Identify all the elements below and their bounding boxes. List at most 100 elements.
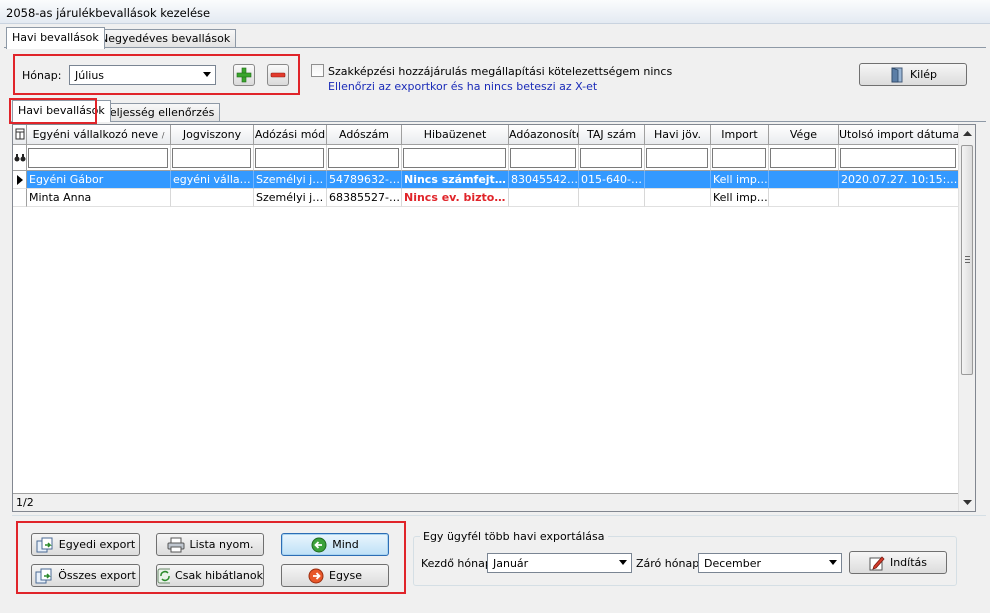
- export-all-icon: [35, 568, 52, 583]
- printer-icon: [167, 537, 185, 552]
- col-header-name[interactable]: Egyéni vállalkozó neve /: [27, 125, 171, 145]
- filter-import[interactable]: [712, 148, 766, 168]
- scroll-down-icon[interactable]: [963, 500, 972, 506]
- exit-button-label: Kilép: [909, 68, 938, 81]
- door-icon: [891, 66, 903, 82]
- egyedi-export-button[interactable]: Egyedi export: [31, 533, 140, 556]
- column-chooser-icon: [15, 128, 24, 140]
- edit-pencil-icon: [869, 555, 885, 570]
- cell-import[interactable]: Kell import: [711, 189, 769, 207]
- inner-tab-border: [10, 121, 986, 122]
- multi-export-title: Egy ügyfél több havi exportálása: [420, 530, 608, 543]
- col-header-adoszam[interactable]: Adószám: [327, 125, 402, 145]
- col-header-import[interactable]: Import: [711, 125, 769, 145]
- cell-adoazonosito[interactable]: 8304554216: [509, 171, 579, 189]
- export-icon: [36, 537, 53, 552]
- month-select[interactable]: Július: [69, 65, 216, 85]
- lista-nyom-label: Lista nyom.: [189, 538, 254, 551]
- cell-name[interactable]: Minta Anna: [27, 189, 171, 207]
- cell-name[interactable]: Egyéni Gábor: [27, 171, 171, 189]
- cell-import[interactable]: Kell import: [711, 171, 769, 189]
- cell-vege[interactable]: [769, 189, 839, 207]
- exit-button[interactable]: Kilép: [859, 63, 967, 86]
- osszes-export-label: Összes export: [58, 569, 136, 582]
- csak-hibatlanok-button[interactable]: Csak hibátlanok: [156, 564, 264, 587]
- arrow-left-circle-icon: [311, 537, 327, 552]
- month-select-value: Július: [75, 69, 105, 82]
- inditas-button[interactable]: Indítás: [849, 551, 947, 574]
- tab-havi-bevallasok[interactable]: Havi bevallások: [6, 27, 105, 49]
- cell-hibauzenet[interactable]: Nincs számfejtve: [402, 171, 509, 189]
- cell-adozasi-mod[interactable]: Személyi jöv...: [254, 189, 327, 207]
- end-month-select[interactable]: December: [698, 553, 842, 573]
- filter-havi-jov[interactable]: [646, 148, 708, 168]
- filter-name[interactable]: [28, 148, 168, 168]
- filter-jogviszony[interactable]: [172, 148, 251, 168]
- cell-taj[interactable]: 015-640-783: [579, 171, 645, 189]
- inner-tab-havi-bevallasok[interactable]: Havi bevallások: [12, 100, 111, 122]
- add-month-button[interactable]: [233, 64, 255, 86]
- egyse-label: Egyse: [329, 569, 362, 582]
- filter-adoszam[interactable]: [328, 148, 399, 168]
- inditas-label: Indítás: [889, 556, 928, 569]
- cell-adoazonosito[interactable]: [509, 189, 579, 207]
- inner-tab-teljesseg-ellenorzes[interactable]: Teljesség ellenőrzés: [99, 103, 221, 121]
- cell-adozasi-mod[interactable]: Személyi jöv...: [254, 171, 327, 189]
- vocational-checkbox-label: Szakképzési hozzájárulás megállapítási k…: [328, 65, 673, 78]
- col-header-utolso-import[interactable]: Utolsó import dátuma: [839, 125, 959, 145]
- start-month-label: Kezdő hónap:: [421, 557, 496, 570]
- row-pointer-icon: [17, 175, 23, 185]
- filter-utolso-import[interactable]: [840, 148, 956, 168]
- bottom-divider: [12, 515, 986, 516]
- chevron-down-icon: [829, 560, 837, 565]
- col-header-hibauzenet[interactable]: Hibaüzenet: [402, 125, 509, 145]
- cell-hibauzenet[interactable]: Nincs ev. biztos...: [402, 189, 509, 207]
- cell-adoszam[interactable]: 68385527-1-41: [327, 189, 402, 207]
- cell-utolso-import[interactable]: 2020.07.27. 10:15:23: [839, 171, 959, 189]
- egyse-button[interactable]: Egyse: [281, 564, 389, 587]
- declarations-grid[interactable]: Egyéni vállalkozó neve / Jogviszony Adóz…: [12, 124, 976, 512]
- vocational-note: Ellenőrzi az exportkor és ha nincs betes…: [328, 80, 598, 93]
- filter-taj[interactable]: [580, 148, 642, 168]
- sort-asc-icon: /: [161, 131, 165, 140]
- mind-label: Mind: [332, 538, 359, 551]
- cell-taj[interactable]: [579, 189, 645, 207]
- filter-vege[interactable]: [770, 148, 836, 168]
- csak-hibatlanok-label: Csak hibátlanok: [175, 569, 263, 582]
- col-header-havi-jov[interactable]: Havi jöv.: [645, 125, 711, 145]
- cell-utolso-import[interactable]: [839, 189, 959, 207]
- scroll-up-icon[interactable]: [963, 131, 972, 137]
- col-header-vege[interactable]: Vége: [769, 125, 839, 145]
- filter-adoazonosito[interactable]: [510, 148, 576, 168]
- lista-nyom-button[interactable]: Lista nyom.: [156, 533, 264, 556]
- chevron-down-icon: [203, 72, 211, 77]
- arrow-right-circle-icon: [308, 568, 324, 583]
- cell-jogviszony[interactable]: [171, 189, 254, 207]
- osszes-export-button[interactable]: Összes export: [31, 564, 140, 587]
- minus-icon: [270, 72, 286, 78]
- cell-adoszam[interactable]: 54789632-2-26: [327, 171, 402, 189]
- row-selector[interactable]: [13, 189, 27, 207]
- mind-button[interactable]: Mind: [281, 533, 389, 556]
- tab-negyedeves-bevallasok[interactable]: Negyedéves bevallások: [94, 29, 237, 47]
- refresh-icon: [157, 568, 171, 583]
- vocational-checkbox[interactable]: [311, 64, 324, 77]
- current-row-indicator: [13, 171, 27, 189]
- cell-havi-jov[interactable]: [645, 171, 711, 189]
- filter-adozasi-mod[interactable]: [255, 148, 324, 168]
- cell-havi-jov[interactable]: [645, 189, 711, 207]
- chevron-down-icon: [619, 560, 627, 565]
- vertical-scrollbar[interactable]: [958, 125, 975, 511]
- scroll-thumb[interactable]: [961, 145, 973, 375]
- remove-month-button[interactable]: [267, 64, 289, 86]
- col-header-adoazonosito[interactable]: Adóazonosító: [509, 125, 579, 145]
- cell-jogviszony[interactable]: egyéni vállalko...: [171, 171, 254, 189]
- binoculars-icon: [14, 154, 26, 162]
- start-month-select[interactable]: Január: [487, 553, 632, 573]
- col-header-adozasi-mod[interactable]: Adózási mód: [254, 125, 327, 145]
- filter-hibauzenet[interactable]: [403, 148, 506, 168]
- col-header-taj[interactable]: TAJ szám: [579, 125, 645, 145]
- cell-vege[interactable]: [769, 171, 839, 189]
- grid-corner[interactable]: [13, 125, 27, 145]
- col-header-jogviszony[interactable]: Jogviszony: [171, 125, 254, 145]
